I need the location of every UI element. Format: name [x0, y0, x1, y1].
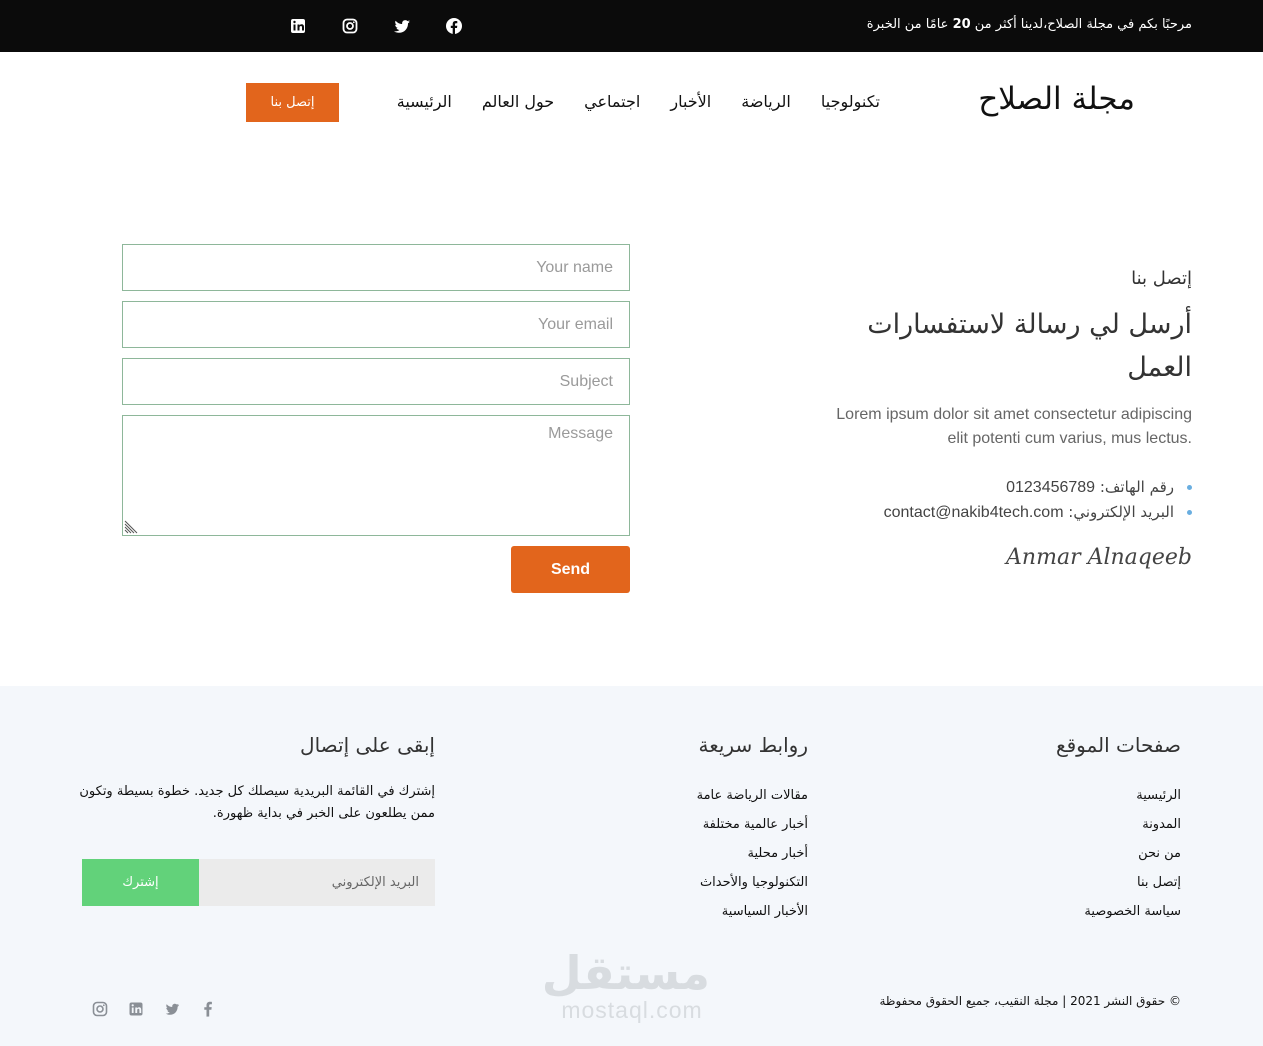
footer-pages-column: صفحات الموقع الرئيسية المدونة من نحن إتص… [1056, 733, 1181, 926]
footer-newsletter-column: إبقى على إتصال إشترك في القائمة البريدية… [75, 733, 435, 906]
name-field-wrap [122, 244, 630, 291]
footer-links-title: روابط سريعة [698, 733, 808, 757]
footer-link-blog[interactable]: المدونة [1056, 810, 1181, 839]
contact-info: إتصل بنا أرسل لي رسالة لاستفسارات العمل … [812, 268, 1192, 570]
email-field-wrap [122, 301, 630, 348]
subject-field-wrap [122, 358, 630, 405]
nav-item-world[interactable]: حول العالم [482, 88, 554, 116]
contact-form: Send [122, 244, 630, 593]
nav-item-technology[interactable]: تكنولوجيا [821, 88, 880, 116]
twitter-icon[interactable] [392, 14, 412, 38]
footer-link-privacy[interactable]: سياسة الخصوصية [1056, 897, 1181, 926]
top-bar: مرحبًا بكم في مجلة الصلاح،لدينا أكثر من … [0, 0, 1263, 52]
footer: صفحات الموقع الرئيسية المدونة من نحن إتص… [0, 686, 1263, 1046]
footer-link-politics[interactable]: الأخبار السياسية [697, 897, 808, 926]
message-field-wrap [122, 415, 630, 536]
email-address[interactable]: contact@nakib4tech.com [884, 504, 1064, 521]
footer-link-home[interactable]: الرئيسية [1056, 781, 1181, 810]
mostaql-watermark: مستقل mostaql.com [541, 946, 710, 1023]
send-button[interactable]: Send [511, 546, 630, 593]
instagram-icon[interactable] [92, 1000, 108, 1018]
footer-link-sports[interactable]: مقالات الرياضة عامة [697, 781, 808, 810]
newsletter-email-input[interactable] [199, 859, 435, 906]
footer-link-about[interactable]: من نحن [1056, 839, 1181, 868]
name-input[interactable] [123, 245, 629, 290]
subject-input[interactable] [123, 359, 629, 404]
facebook-icon[interactable] [200, 1000, 216, 1018]
linkedin-icon[interactable] [128, 1000, 144, 1018]
top-social-links [288, 14, 464, 38]
section-heading: أرسل لي رسالة لاستفسارات العمل [867, 309, 1192, 383]
subscribe-button[interactable]: إشترك [82, 859, 199, 906]
site-title[interactable]: مجلة الصلاح [978, 81, 1135, 117]
nav-item-social[interactable]: اجتماعي [584, 88, 640, 116]
footer-link-world-news[interactable]: أخبار عالمية مختلفة [697, 810, 808, 839]
subscribe-form: إشترك [82, 859, 435, 906]
welcome-message: مرحبًا بكم في مجلة الصلاح،لدينا أكثر من … [866, 17, 1192, 32]
phone-item: رقم الهاتف: 0123456789 [812, 475, 1192, 500]
phone-number: 0123456789 [1006, 479, 1096, 496]
footer-newsletter-text: إشترك في القائمة البريدية سيصلك كل جديد.… [79, 784, 435, 821]
email-item: البريد الإلكتروني: contact@nakib4tech.co… [812, 500, 1192, 525]
nav-item-sports[interactable]: الرياضة [741, 88, 791, 116]
instagram-icon[interactable] [340, 14, 360, 38]
email-input[interactable] [123, 302, 629, 347]
signature: Anmar Alnaqeeb [1006, 545, 1192, 570]
resize-handle-icon[interactable] [124, 520, 138, 534]
footer-quick-links-column: روابط سريعة مقالات الرياضة عامة أخبار عا… [697, 733, 808, 926]
facebook-icon[interactable] [444, 14, 464, 38]
twitter-icon[interactable] [164, 1000, 180, 1018]
footer-pages-title: صفحات الموقع [1055, 733, 1181, 757]
footer-social-links [92, 1000, 216, 1018]
footer-link-contact[interactable]: إتصل بنا [1056, 868, 1181, 897]
section-eyebrow: إتصل بنا [1131, 268, 1192, 289]
linkedin-icon[interactable] [288, 14, 308, 38]
contact-details: رقم الهاتف: 0123456789 البريد الإلكتروني… [812, 475, 1192, 525]
footer-link-tech-events[interactable]: التكنولوجيا والأحداث [697, 868, 808, 897]
nav-item-news[interactable]: الأخبار [670, 88, 711, 116]
message-input[interactable] [123, 416, 629, 535]
years-count: 20 [952, 17, 971, 32]
footer-newsletter-title: إبقى على إتصال [300, 733, 435, 757]
copyright-text: © حقوق النشر 2021 | مجلة النقيب، جميع ال… [879, 994, 1181, 1008]
footer-link-local-news[interactable]: أخبار محلية [697, 839, 809, 868]
section-lead: Lorem ipsum dolor sit amet consectetur a… [836, 406, 1192, 447]
main-nav: الرئيسية حول العالم اجتماعي الأخبار الري… [397, 88, 880, 116]
contact-us-button[interactable]: إتصل بنا [246, 83, 339, 122]
nav-item-home[interactable]: الرئيسية [397, 88, 452, 116]
